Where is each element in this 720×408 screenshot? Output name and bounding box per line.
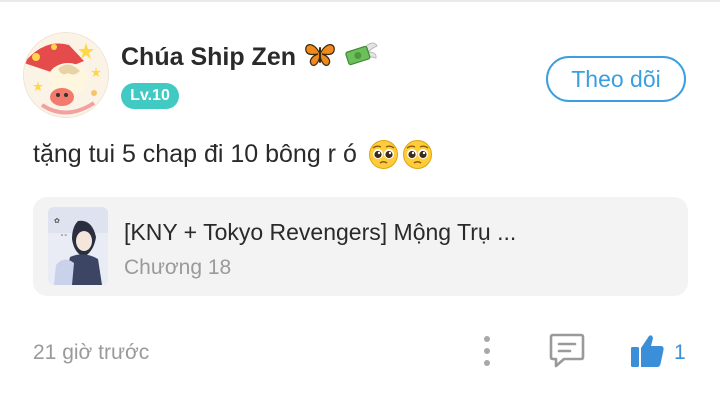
top-divider xyxy=(0,0,720,2)
story-title: [KNY + Tokyo Revengers] Mộng Trụ ... xyxy=(124,219,517,245)
user-name[interactable]: Chúa Ship Zen xyxy=(121,43,296,72)
svg-text:∘∘: ∘∘ xyxy=(60,232,68,239)
story-chapter: Chương 18 xyxy=(124,256,232,279)
comment-text-row: tặng tui 5 chap đi 10 bông r ó xyxy=(33,139,433,170)
like-count: 1 xyxy=(674,341,686,364)
comment-timestamp: 21 giờ trước xyxy=(33,341,150,364)
avatar-illustration-icon xyxy=(24,33,108,117)
money-with-wings-icon xyxy=(344,40,378,75)
user-name-row[interactable]: Chúa Ship Zen xyxy=(121,40,378,75)
svg-text:✿: ✿ xyxy=(54,217,60,225)
more-vertical-icon xyxy=(484,336,490,366)
avatar[interactable] xyxy=(23,32,109,118)
comment-text: tặng tui 5 chap đi 10 bông r ó xyxy=(33,140,357,168)
comment-icon xyxy=(549,333,585,368)
story-card[interactable]: ✿ ∘∘ [KNY + Tokyo Revengers] Mộng Trụ ..… xyxy=(33,197,688,296)
level-badge: Lv.10 xyxy=(121,83,179,109)
pleading-face-icon xyxy=(368,139,399,170)
follow-button[interactable]: Theo dõi xyxy=(546,56,686,102)
like-button[interactable] xyxy=(628,332,666,370)
butterfly-icon xyxy=(304,41,336,74)
story-cover-image: ✿ ∘∘ xyxy=(48,207,108,285)
thumbs-up-icon xyxy=(631,335,664,367)
more-options-button[interactable] xyxy=(472,334,502,368)
reply-button[interactable] xyxy=(548,331,586,369)
pleading-face-icon xyxy=(402,139,433,170)
